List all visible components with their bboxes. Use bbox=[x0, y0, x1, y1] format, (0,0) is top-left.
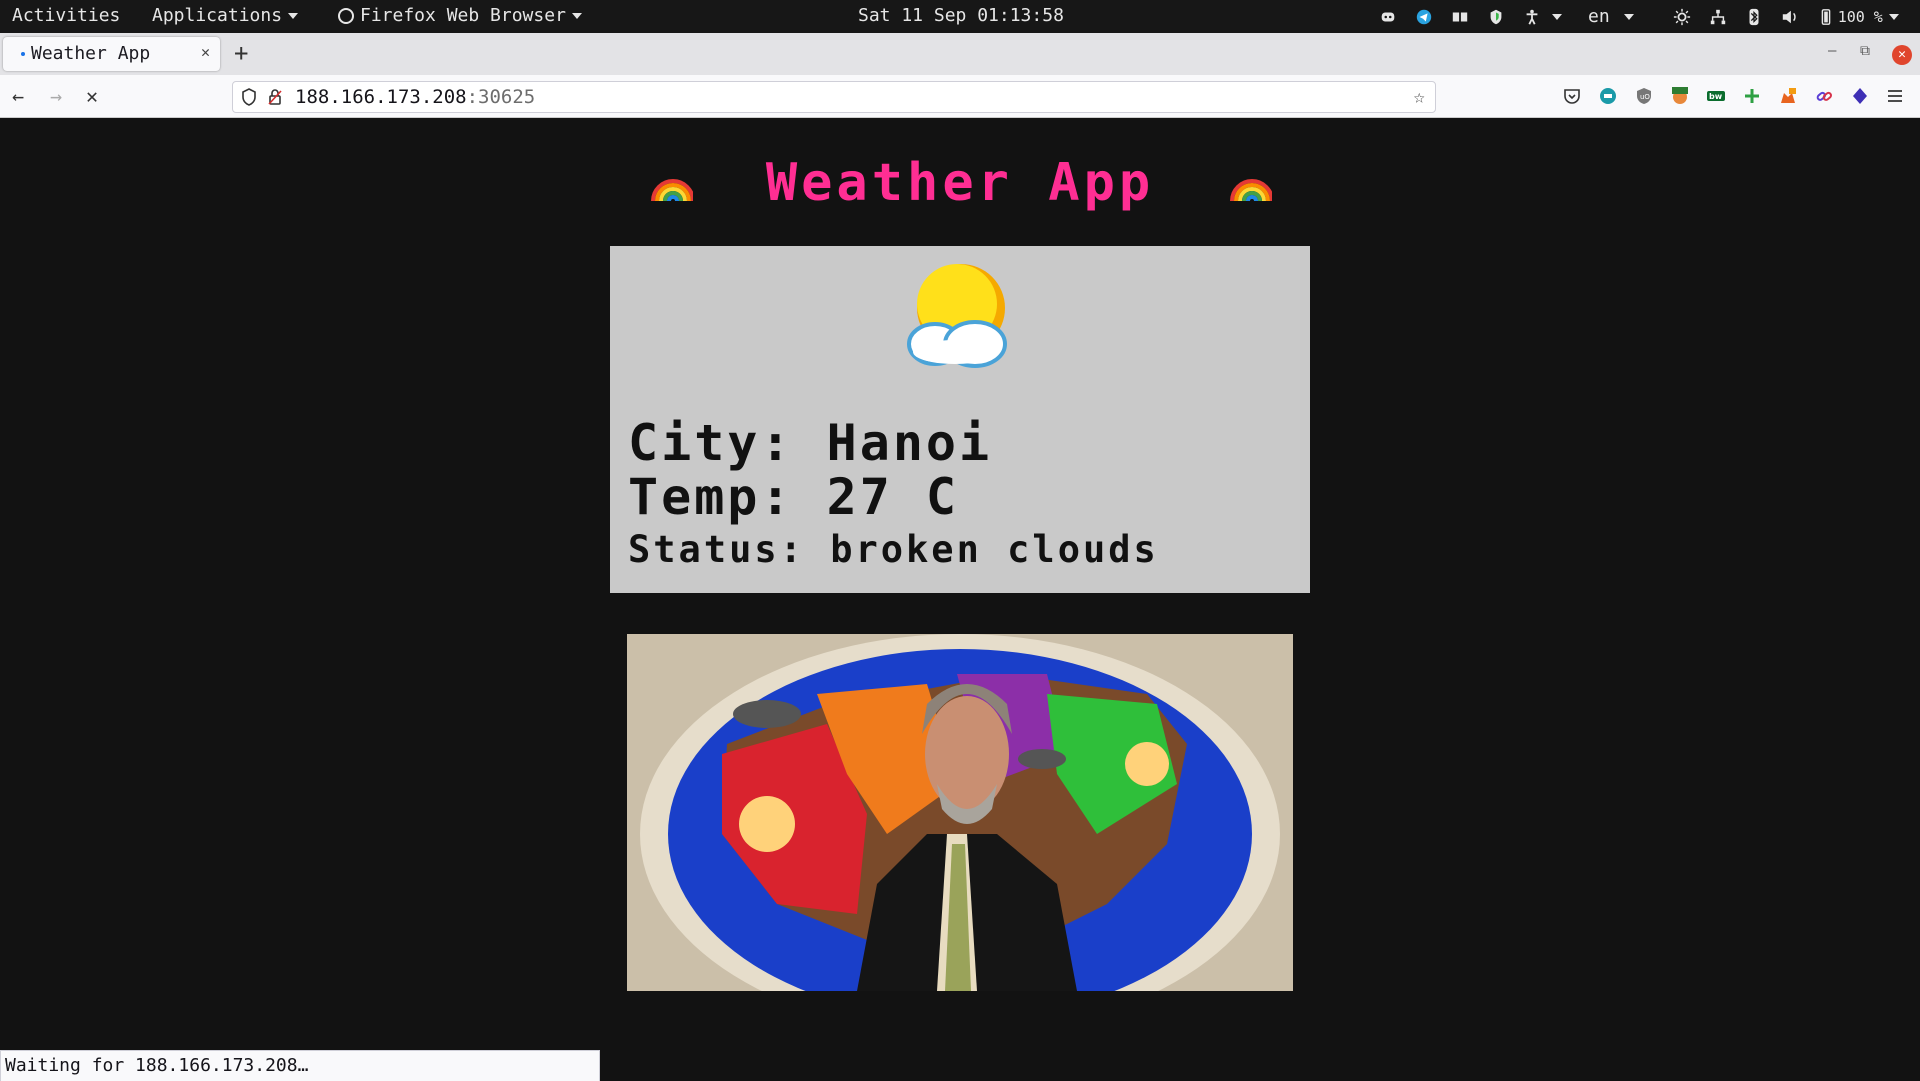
fox-extension-icon[interactable] bbox=[1779, 87, 1797, 105]
navigation-toolbar: ← → ✕ 188.166.173.208:30625 ☆ uO bw bbox=[0, 75, 1920, 118]
telegram-icon[interactable] bbox=[1414, 7, 1434, 27]
svg-text:bw: bw bbox=[1709, 92, 1723, 101]
tracking-protection-icon[interactable] bbox=[241, 88, 257, 110]
applications-label: Applications bbox=[152, 5, 283, 26]
cube-extension-icon[interactable] bbox=[1851, 87, 1869, 105]
link-extension-icon[interactable] bbox=[1815, 87, 1833, 105]
sun-behind-cloud-icon bbox=[907, 264, 1007, 368]
insecure-lock-icon[interactable] bbox=[267, 88, 283, 110]
chevron-down-icon bbox=[1552, 13, 1562, 20]
restore-button[interactable]: ⧉ bbox=[1860, 43, 1870, 59]
clock[interactable]: Sat 11 Sep 01:13:58 bbox=[858, 5, 1064, 26]
weather-map-image bbox=[627, 634, 1293, 991]
url-port: :30625 bbox=[466, 86, 536, 108]
system-top-bar: Activities Applications Firefox Web Brow… bbox=[0, 0, 1920, 33]
back-button[interactable]: ← bbox=[12, 84, 24, 108]
tab-weather-app[interactable]: Weather App ✕ bbox=[3, 37, 220, 71]
chevron-down-icon bbox=[288, 13, 299, 19]
volume-icon[interactable] bbox=[1780, 7, 1800, 27]
book-icon[interactable] bbox=[1450, 7, 1470, 27]
accessibility-icon[interactable] bbox=[1522, 7, 1542, 27]
network-icon[interactable] bbox=[1708, 7, 1728, 27]
ublock-icon[interactable]: uO bbox=[1635, 87, 1653, 105]
chevron-down-icon bbox=[1623, 13, 1634, 20]
new-tab-button[interactable]: + bbox=[234, 39, 248, 67]
bookmark-star-icon[interactable]: ☆ bbox=[1414, 86, 1425, 108]
pocket-icon[interactable] bbox=[1563, 87, 1581, 105]
chevron-down-icon bbox=[571, 13, 582, 19]
activities-button[interactable]: Activities bbox=[12, 5, 120, 26]
heading-text: Weather App bbox=[765, 153, 1155, 213]
url-text: 188.166.173.208:30625 bbox=[295, 86, 535, 108]
bluetooth-icon[interactable] bbox=[1744, 7, 1764, 27]
rainbow-icon bbox=[650, 179, 693, 202]
weather-status-text: Status: broken clouds bbox=[628, 528, 1159, 571]
close-icon[interactable]: ✕ bbox=[201, 43, 210, 61]
battery-percentage[interactable]: 100 % bbox=[1838, 8, 1883, 26]
brightness-icon[interactable] bbox=[1672, 7, 1692, 27]
hamburger-menu-icon[interactable] bbox=[1886, 87, 1904, 105]
battery-icon[interactable] bbox=[1816, 7, 1836, 27]
app-menu-firefox[interactable]: Firefox Web Browser bbox=[338, 5, 582, 26]
temperature-text: Temp: 27 C bbox=[628, 468, 960, 526]
browser-status-bar: Waiting for 188.166.173.208… bbox=[0, 1050, 600, 1081]
extension-circle-icon[interactable] bbox=[1599, 87, 1617, 105]
discord-icon[interactable] bbox=[1378, 7, 1398, 27]
svg-text:uO: uO bbox=[1640, 93, 1650, 101]
firefox-icon bbox=[338, 8, 354, 24]
forward-button[interactable]: → bbox=[50, 84, 62, 108]
minimize-button[interactable]: — bbox=[1828, 43, 1836, 59]
window-close-button[interactable]: ✕ bbox=[1892, 45, 1912, 65]
shield-icon[interactable] bbox=[1486, 7, 1506, 27]
tab-loading-indicator bbox=[21, 52, 25, 56]
tab-title: Weather App bbox=[31, 43, 151, 64]
weather-card: City: Hanoi Temp: 27 C Status: broken cl… bbox=[610, 246, 1310, 593]
city-text: City: Hanoi bbox=[628, 414, 993, 472]
plus-extension-icon[interactable] bbox=[1743, 87, 1761, 105]
weatherman-gif bbox=[627, 634, 1293, 991]
burp-extension-icon[interactable] bbox=[1671, 87, 1689, 105]
stop-loading-button[interactable]: ✕ bbox=[86, 84, 98, 108]
status-text: Waiting for 188.166.173.208… bbox=[5, 1055, 309, 1076]
bitwarden-icon[interactable]: bw bbox=[1707, 87, 1725, 105]
chevron-down-icon bbox=[1888, 13, 1899, 20]
language-indicator[interactable]: en bbox=[1588, 6, 1610, 27]
tab-strip: Weather App ✕ + — ⧉ ✕ bbox=[0, 33, 1920, 75]
app-menu-label: Firefox Web Browser bbox=[360, 5, 566, 26]
address-bar[interactable]: 188.166.173.208:30625 ☆ bbox=[232, 81, 1436, 113]
page-heading: Weather App bbox=[0, 150, 1920, 213]
rainbow-icon bbox=[1229, 179, 1272, 202]
applications-menu[interactable]: Applications bbox=[152, 5, 299, 26]
url-host: 188.166.173.208 bbox=[295, 86, 467, 108]
